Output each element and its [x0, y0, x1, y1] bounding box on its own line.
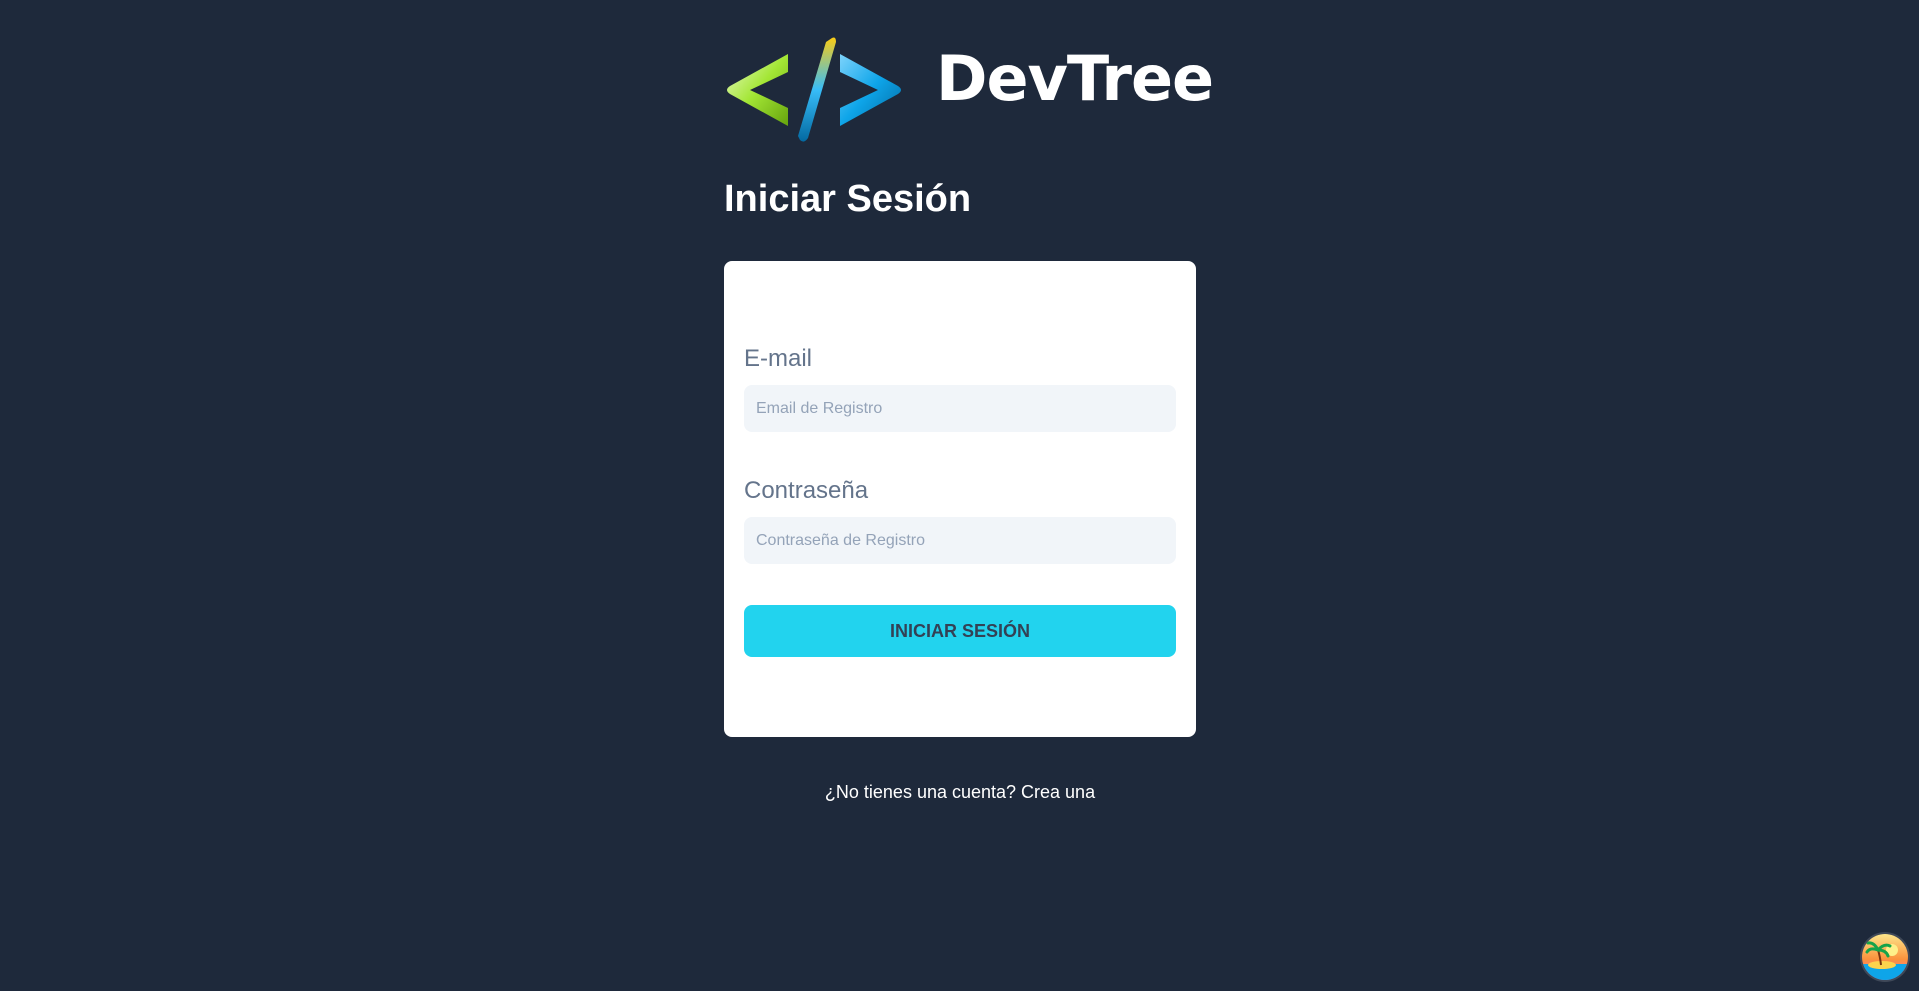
island-avatar-icon[interactable] [1862, 934, 1908, 980]
login-button[interactable]: Iniciar Sesión [744, 605, 1176, 657]
brand-name: DevTree [936, 42, 1214, 115]
email-label: E-mail [744, 345, 813, 372]
island-avatar-graphic [1862, 934, 1908, 980]
page-title: Iniciar Sesión [724, 178, 972, 220]
register-link[interactable]: ¿No tienes una cuenta? Crea una [724, 782, 1196, 803]
code-brackets-icon [727, 37, 901, 142]
email-field[interactable] [744, 385, 1176, 432]
login-form: E-mail Contraseña Iniciar Sesión [724, 261, 1196, 737]
brand-logo: DevTree [724, 36, 1214, 144]
password-label: Contraseña [744, 477, 869, 504]
password-field[interactable] [744, 517, 1176, 564]
